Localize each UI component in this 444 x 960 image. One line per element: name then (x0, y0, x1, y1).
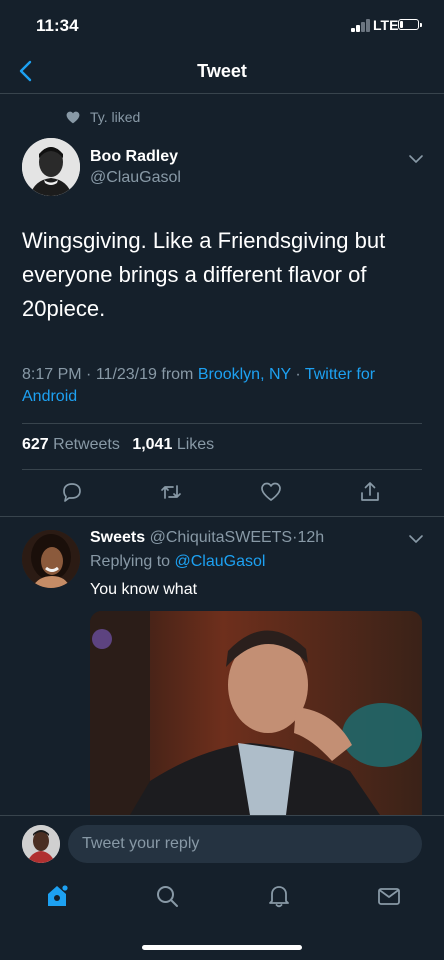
notifications-icon[interactable] (266, 883, 292, 909)
profile-photo (22, 530, 80, 588)
share-icon[interactable] (358, 480, 382, 504)
media-image (90, 611, 422, 815)
from-label: from (161, 366, 194, 383)
battery-level (400, 21, 403, 28)
retweets-label: Retweets (53, 436, 120, 453)
tweet-actions (0, 480, 444, 508)
retweets-stat[interactable]: 627 Retweets (22, 436, 120, 453)
like-icon[interactable] (259, 480, 283, 504)
my-avatar[interactable] (22, 825, 60, 863)
battery-icon (398, 19, 422, 30)
tweet-location-link[interactable]: Brooklyn, NY (198, 366, 291, 383)
separator: · (86, 366, 92, 383)
replying-to-link[interactable]: @ClauGasol (175, 553, 266, 570)
retweet-icon[interactable] (159, 480, 183, 504)
tweet-date: 11/23/19 (95, 366, 157, 383)
heart-icon (66, 111, 80, 123)
chevron-down-icon[interactable] (408, 154, 424, 164)
replying-to: Replying to @ClauGasol (90, 553, 265, 571)
replying-label: Replying to (90, 553, 171, 570)
home-indicator[interactable] (142, 945, 302, 950)
likes-stat[interactable]: 1,041 Likes (132, 436, 214, 453)
reply-text: You know what (90, 581, 198, 598)
reply-icon[interactable] (60, 480, 84, 504)
chevron-down-icon[interactable] (408, 534, 424, 544)
nav-header: Tweet (0, 48, 444, 94)
status-bar: 11:34 LTE (0, 0, 444, 48)
social-context-text: Ty. liked (90, 109, 141, 125)
network-type: LTE (373, 17, 399, 33)
tweet-meta: 8:17 PM · 11/23/19 from Brooklyn, NY · T… (22, 364, 422, 408)
profile-photo (22, 138, 80, 196)
tweet-text: Wingsgiving. Like a Friendsgiving but ev… (22, 228, 386, 321)
author-handle[interactable]: @ClauGasol (90, 169, 181, 187)
reply-media-gif[interactable] (90, 611, 422, 815)
search-icon[interactable] (154, 883, 180, 909)
home-icon[interactable] (44, 883, 70, 909)
divider (0, 516, 444, 517)
signal-strength-icon (351, 18, 371, 32)
avatar[interactable] (22, 138, 80, 196)
author-name[interactable]: Boo Radley (90, 148, 178, 166)
status-time: 11:34 (36, 16, 79, 35)
reply-author-handle[interactable]: @ChiquitaSWEETS (150, 529, 293, 546)
divider (22, 469, 422, 470)
likes-count: 1,041 (132, 436, 173, 453)
reply-header: Sweets @ChiquitaSWEETS·12h (90, 529, 324, 547)
social-context[interactable]: Ty. liked (66, 108, 140, 126)
reply-author-name[interactable]: Sweets (90, 529, 145, 546)
likes-label: Likes (176, 436, 215, 453)
profile-photo (22, 825, 60, 863)
retweets-count: 627 (22, 436, 49, 453)
page-title: Tweet (197, 61, 247, 81)
reply-time: 12h (297, 529, 325, 546)
tweet-stats: 627 Retweets 1,041 Likes (22, 436, 214, 454)
messages-icon[interactable] (376, 883, 402, 909)
reply-input[interactable] (68, 825, 422, 863)
tweet-time: 8:17 PM (22, 366, 82, 383)
separator: · (295, 366, 301, 383)
divider (22, 423, 422, 424)
reply-avatar[interactable] (22, 530, 80, 588)
